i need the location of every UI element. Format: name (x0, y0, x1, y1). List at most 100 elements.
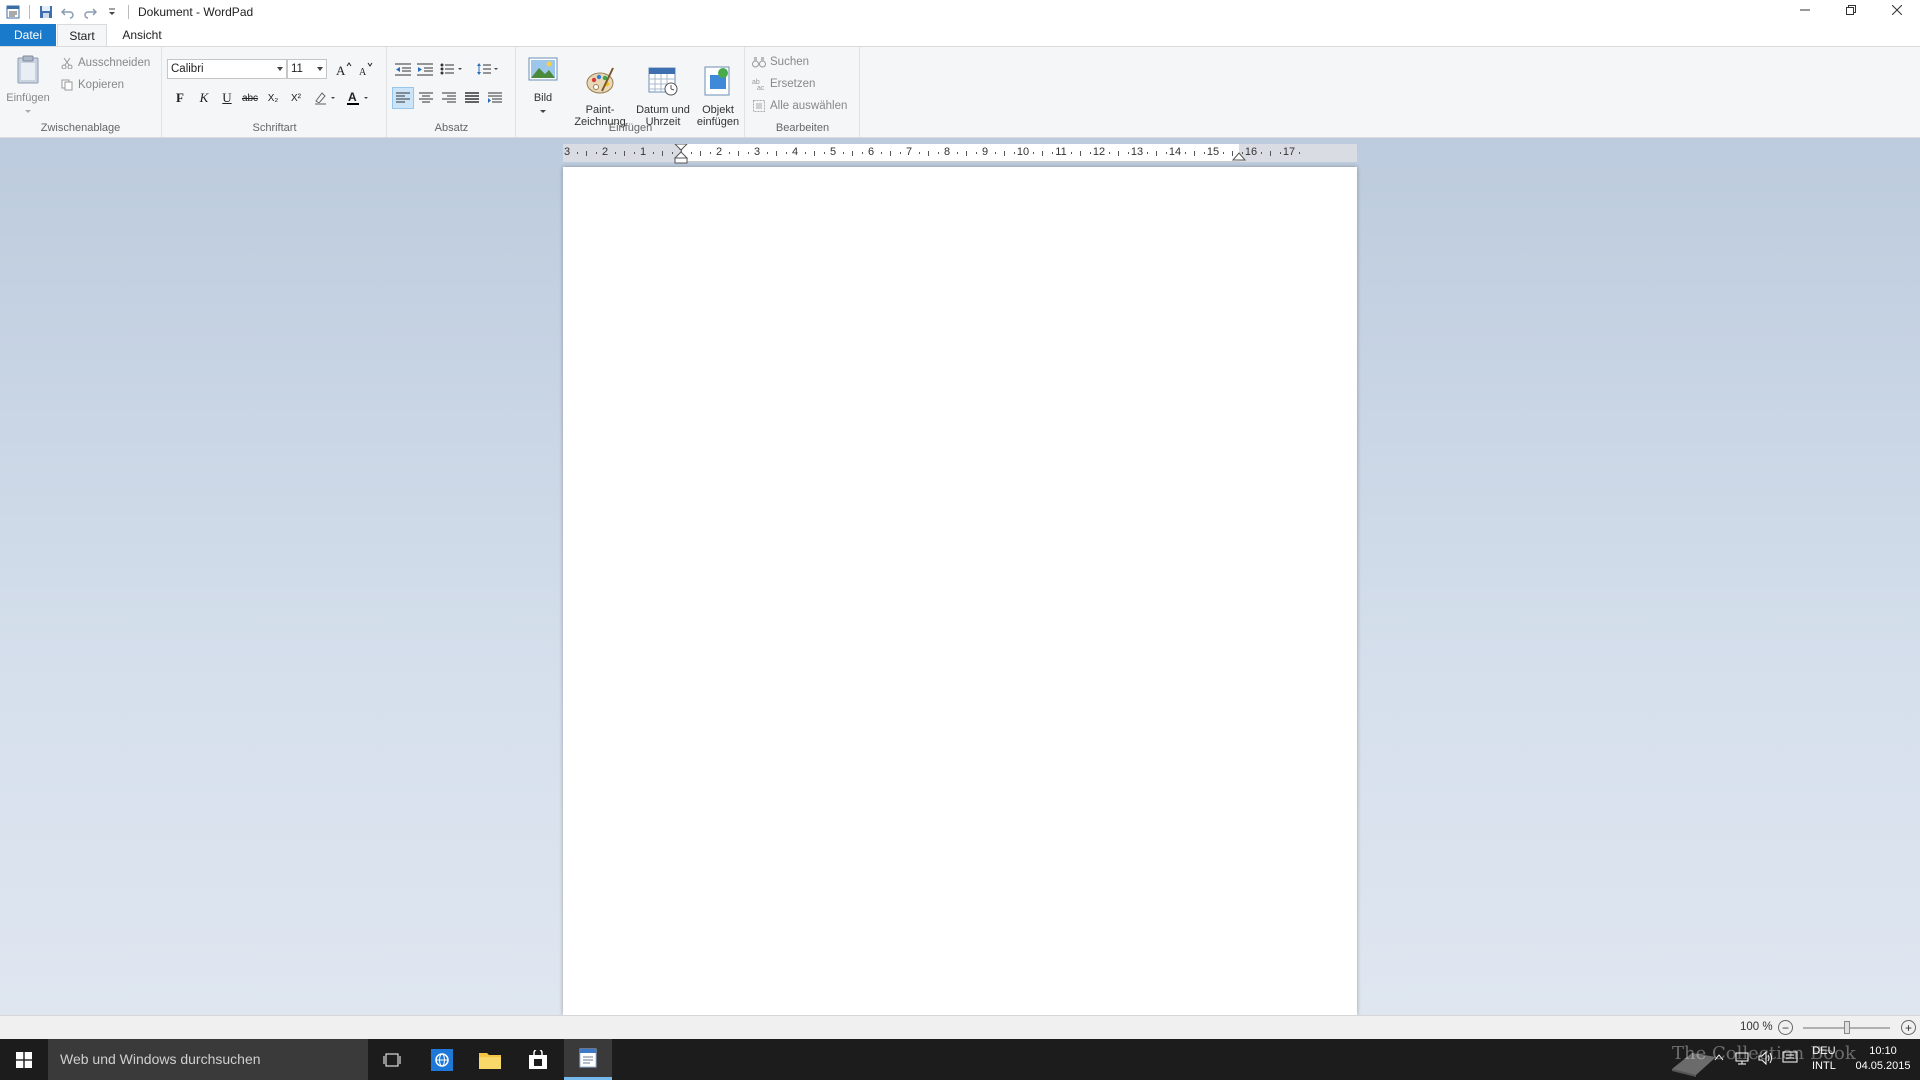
ruler-tick (747, 152, 749, 154)
tab-view[interactable]: Ansicht (110, 24, 174, 46)
superscript-button[interactable]: X² (285, 87, 307, 109)
close-button[interactable] (1874, 0, 1920, 20)
select-all-button[interactable]: Alle auswählen (752, 96, 847, 116)
replace-button[interactable]: ab ac Ersetzen (752, 74, 815, 94)
status-bar: 100 % − + (0, 1015, 1920, 1039)
quick-access-toolbar (0, 0, 134, 24)
bold-button[interactable]: F (169, 87, 191, 109)
font-family-combo[interactable]: Calibri (167, 59, 287, 79)
copy-button[interactable]: Kopieren (60, 75, 124, 95)
paste-button[interactable]: Einfügen (6, 53, 50, 117)
grow-font-icon: A (336, 62, 352, 76)
increase-indent-button[interactable] (414, 58, 436, 80)
network-icon[interactable] (1734, 1051, 1750, 1068)
ruler-tick (937, 152, 939, 154)
input-language-indicator[interactable]: DEU INTL (1812, 1044, 1836, 1074)
ribbon: Einfügen Ausschneiden Kopieren Zwischena… (0, 46, 1920, 138)
minimize-button[interactable] (1782, 0, 1828, 20)
align-center-button[interactable] (415, 87, 437, 109)
group-label-editing: Bearbeiten (775, 122, 830, 134)
ruler-tick (890, 151, 891, 156)
zoom-out-button[interactable]: − (1778, 1020, 1793, 1035)
ruler-tick (966, 151, 967, 156)
select-all-label: Alle auswählen (770, 100, 848, 112)
bullet-list-icon (440, 63, 462, 75)
ruler-tick (899, 152, 901, 154)
copy-label: Kopieren (78, 79, 125, 91)
right-indent-marker[interactable] (1231, 150, 1247, 162)
ruler-left-margin (563, 144, 681, 162)
ruler-label: 17 (1282, 146, 1296, 158)
font-size-combo[interactable]: 11 (287, 59, 327, 79)
svg-text:A: A (359, 67, 367, 76)
zoom-slider-thumb[interactable] (1843, 1021, 1850, 1034)
ruler-tick (728, 152, 730, 154)
decrease-indent-button[interactable] (392, 58, 414, 80)
save-icon[interactable] (38, 4, 54, 20)
ruler-label: 5 (829, 146, 837, 158)
chevron-down-icon[interactable] (277, 67, 283, 71)
cut-button[interactable]: Ausschneiden (60, 53, 150, 73)
undo-icon[interactable] (60, 4, 76, 20)
ruler-tick (1222, 152, 1224, 154)
strikethrough-button[interactable]: abc (239, 87, 261, 109)
select-all-icon (752, 99, 766, 113)
tab-file[interactable]: Datei (0, 24, 56, 46)
redo-icon[interactable] (82, 4, 98, 20)
group-label-insert: Einfügen (608, 122, 653, 134)
restore-button[interactable] (1828, 0, 1874, 20)
italic-button[interactable]: K (193, 87, 215, 109)
group-editing: Suchen ab ac Ersetzen Alle auswählen Bear… (746, 47, 860, 137)
keyboard-layout: INTL (1812, 1060, 1836, 1072)
align-left-button[interactable] (392, 87, 414, 109)
ruler-tick (975, 152, 977, 154)
clock[interactable]: 10:10 04.05.2015 (1848, 1044, 1918, 1074)
customize-toolbar-icon[interactable] (104, 4, 120, 20)
underline-button[interactable]: U (216, 87, 238, 109)
paste-label: Einfügen (6, 92, 50, 104)
first-line-indent-marker[interactable] (673, 144, 689, 164)
title-bar: Dokument - WordPad (0, 0, 1920, 24)
ruler-label: 13 (1130, 146, 1144, 158)
action-center-icon[interactable] (1782, 1051, 1798, 1068)
line-spacing-button[interactable] (474, 58, 504, 80)
cut-label: Ausschneiden (78, 57, 151, 69)
grow-font-button[interactable]: A (333, 58, 355, 80)
ruler-tick (586, 151, 587, 156)
ruler-tick (1194, 151, 1195, 156)
insert-object-icon (704, 66, 730, 96)
picture-icon (528, 57, 558, 81)
ruler-tick (1089, 152, 1091, 154)
bullet-list-button[interactable] (438, 58, 468, 80)
clipboard-icon (17, 55, 39, 84)
ruler-tick (776, 151, 777, 156)
chevron-down-icon[interactable] (317, 67, 323, 71)
find-button[interactable]: Suchen (752, 52, 809, 72)
volume-icon[interactable] (1758, 1050, 1774, 1068)
justify-button[interactable] (461, 87, 483, 109)
language-code: DEU (1812, 1045, 1836, 1057)
ruler-label: 7 (905, 146, 913, 158)
tab-start[interactable]: Start (57, 24, 107, 46)
horizontal-ruler[interactable]: 3211234567891011121314151617 (563, 144, 1357, 164)
subscript-button[interactable]: X₂ (262, 87, 284, 109)
ruler-label: 3 (563, 146, 571, 158)
font-color-button[interactable]: A (344, 87, 374, 109)
document-page[interactable] (563, 167, 1357, 1015)
show-hidden-icons-icon[interactable] (1714, 1052, 1724, 1064)
insert-picture-button[interactable]: Bild (521, 53, 565, 117)
highlight-color-button[interactable] (311, 87, 341, 109)
zoom-in-button[interactable]: + (1901, 1020, 1916, 1035)
system-tray: The Collection Book DEU INTL 10:10 04.05… (0, 1039, 1920, 1080)
shrink-font-button[interactable]: A (355, 58, 377, 80)
ruler-label: 3 (753, 146, 761, 158)
ruler-label: 14 (1168, 146, 1182, 158)
ruler-tick (1156, 151, 1157, 156)
ruler-tick (1184, 152, 1186, 154)
paragraph-settings-button[interactable] (484, 87, 506, 109)
ruler-tick (662, 151, 663, 156)
font-family-value: Calibri (171, 63, 204, 75)
wordpad-app-icon[interactable] (5, 4, 21, 20)
ruler-tick (595, 152, 597, 154)
align-right-button[interactable] (438, 87, 460, 109)
